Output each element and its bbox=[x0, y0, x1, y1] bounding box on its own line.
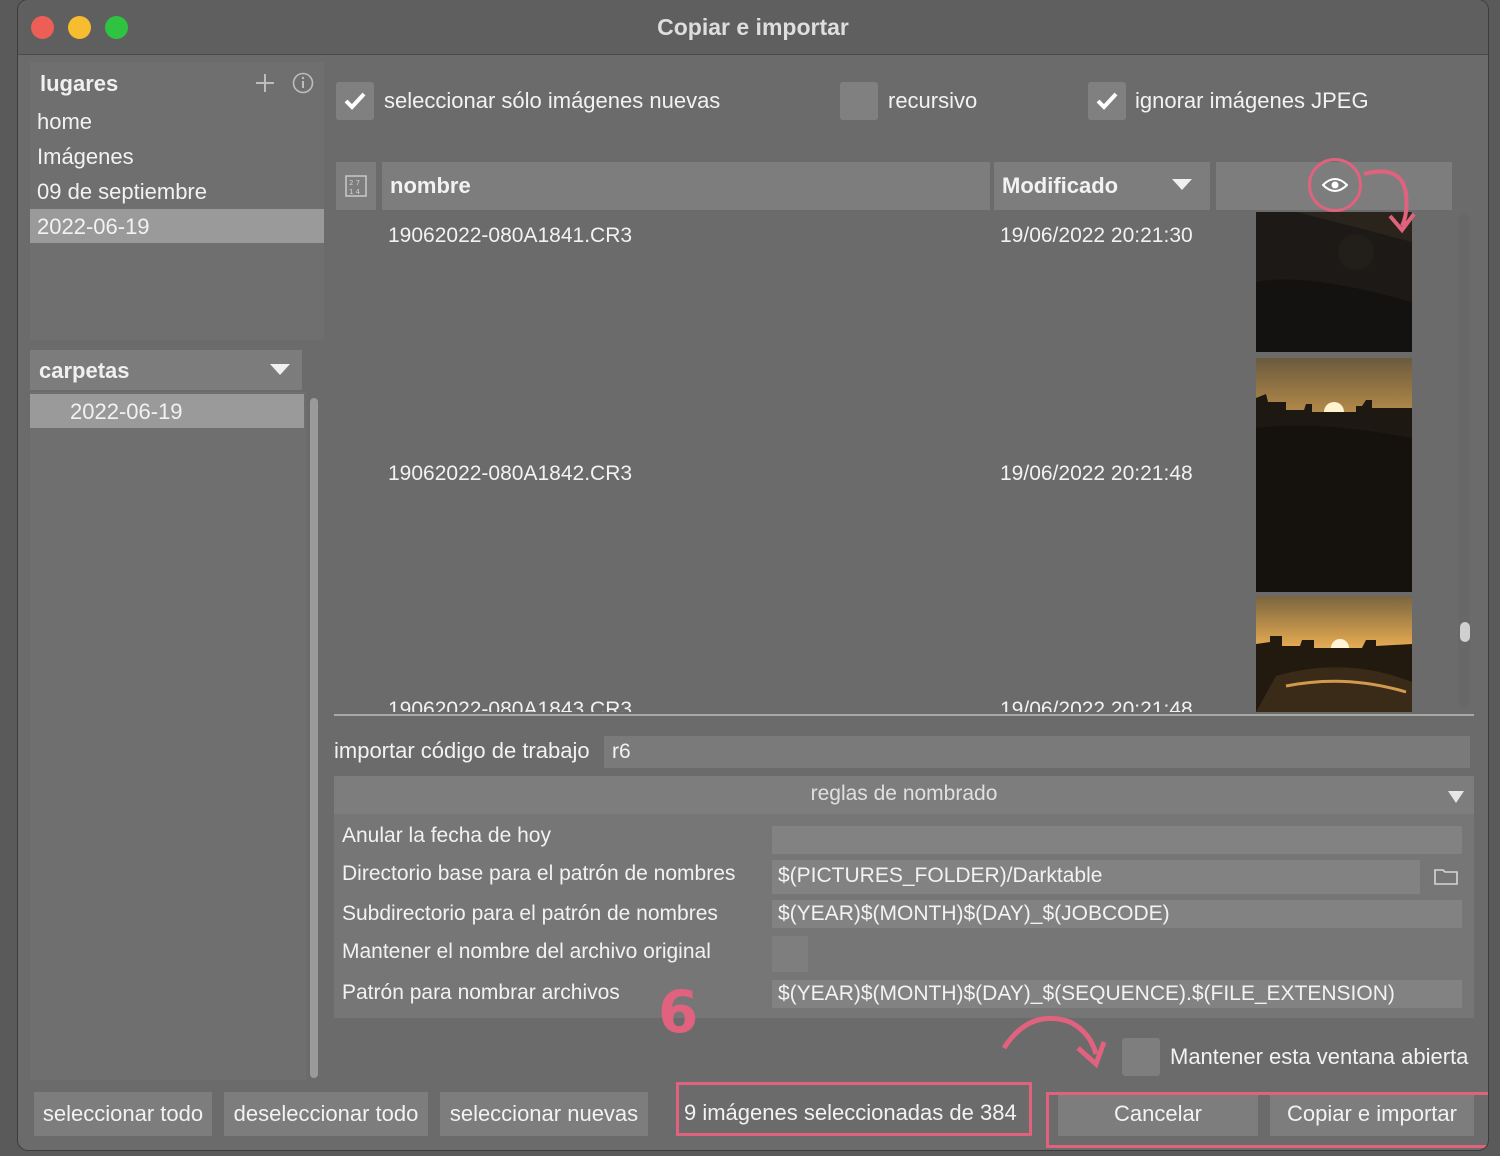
folder-icon[interactable] bbox=[1434, 866, 1458, 886]
base-dir-label: Directorio base para el patrón de nombre… bbox=[342, 862, 736, 885]
file-name[interactable]: 19062022-080A1842.CR3 bbox=[388, 462, 632, 486]
base-dir-input[interactable]: $(PICTURES_FOLDER)/Darktable bbox=[772, 860, 1420, 894]
number-sort-icon: 2 71 4 bbox=[345, 175, 367, 197]
info-icon[interactable] bbox=[292, 72, 314, 94]
file-name[interactable]: 19062022-080A1843.CR3 bbox=[388, 698, 632, 712]
thumbnail-image[interactable] bbox=[1256, 596, 1412, 712]
select-all-button[interactable]: seleccionar todo bbox=[34, 1092, 212, 1136]
annotation-highlight-status bbox=[676, 1082, 1032, 1136]
ignore-jpeg-checkbox[interactable] bbox=[1088, 82, 1126, 120]
select-new-button[interactable]: seleccionar nuevas bbox=[440, 1092, 648, 1136]
import-dialog: Copiar e importar lugares home Imágenes … bbox=[18, 0, 1488, 1150]
deselect-all-button[interactable]: deseleccionar todo bbox=[224, 1092, 428, 1136]
folders-panel: 2022-06-19 bbox=[30, 392, 306, 1080]
file-modified: 19/06/2022 20:21:30 bbox=[1000, 224, 1193, 247]
column-header-name[interactable]: nombre bbox=[382, 162, 990, 210]
folders-scrollbar[interactable] bbox=[310, 398, 318, 1078]
chevron-down-icon[interactable] bbox=[270, 364, 290, 375]
window-title: Copiar e importar bbox=[657, 14, 849, 40]
naming-rules-header[interactable]: reglas de nombrado bbox=[334, 776, 1474, 814]
file-list-scrollbar-thumb[interactable] bbox=[1460, 622, 1470, 642]
keep-open-label: Mantener esta ventana abierta bbox=[1170, 1044, 1469, 1069]
file-pattern-input[interactable]: $(YEAR)$(MONTH)$(DAY)_$(SEQUENCE).$(FILE… bbox=[772, 980, 1462, 1008]
arrow-icon bbox=[1363, 169, 1416, 234]
subdir-value: $(YEAR)$(MONTH)$(DAY)_$(JOBCODE) bbox=[778, 902, 1170, 925]
override-date-label: Anular la fecha de hoy bbox=[342, 824, 551, 847]
folders-header[interactable]: carpetas bbox=[30, 350, 302, 390]
annotation-number: 6 bbox=[658, 978, 698, 1046]
jobcode-label: importar código de trabajo bbox=[334, 738, 590, 763]
folders-title: carpetas bbox=[39, 358, 130, 383]
naming-rules-title: reglas de nombrado bbox=[810, 782, 998, 805]
place-item-imagenes[interactable]: Imágenes bbox=[30, 139, 324, 173]
file-list: 19062022-080A1841.CR3 19/06/2022 20:21:3… bbox=[336, 212, 1474, 712]
annotation-highlight-actions bbox=[1046, 1092, 1488, 1148]
folder-item-label: 2022-06-19 bbox=[70, 399, 183, 424]
recursive-checkbox[interactable] bbox=[840, 82, 878, 120]
place-item-label: home bbox=[37, 109, 93, 134]
place-item-label: 2022-06-19 bbox=[37, 214, 150, 239]
checkmark-icon bbox=[1096, 92, 1118, 110]
place-item-label: 09 de septiembre bbox=[37, 179, 207, 204]
jobcode-value: r6 bbox=[612, 740, 631, 763]
file-pattern-value: $(YEAR)$(MONTH)$(DAY)_$(SEQUENCE).$(FILE… bbox=[778, 982, 1395, 1005]
select-new-only-label: seleccionar sólo imágenes nuevas bbox=[384, 88, 721, 113]
annotation-highlight-eye bbox=[1308, 158, 1362, 212]
file-modified: 19/06/2022 20:21:48 bbox=[1000, 698, 1193, 712]
divider bbox=[334, 714, 1474, 716]
places-title: lugares bbox=[40, 71, 119, 96]
ignore-jpeg-label: ignorar imágenes JPEG bbox=[1135, 88, 1369, 113]
place-item-label: Imágenes bbox=[37, 144, 134, 169]
place-item-2022-06-19[interactable]: 2022-06-19 bbox=[30, 209, 324, 243]
subdir-input[interactable]: $(YEAR)$(MONTH)$(DAY)_$(JOBCODE) bbox=[772, 900, 1462, 928]
places-panel: lugares home Imágenes 09 de septiembre 2… bbox=[30, 62, 324, 340]
keep-original-checkbox[interactable] bbox=[772, 936, 808, 972]
override-date-input[interactable] bbox=[772, 826, 1462, 854]
checkmark-icon bbox=[344, 92, 366, 110]
place-item-home[interactable]: home bbox=[30, 104, 324, 138]
thumbnail-image[interactable] bbox=[1256, 358, 1412, 592]
file-name[interactable]: 19062022-080A1841.CR3 bbox=[388, 224, 632, 248]
keep-open-checkbox[interactable] bbox=[1122, 1038, 1160, 1076]
arrow-icon bbox=[1001, 1015, 1107, 1069]
sort-order-button[interactable]: 2 71 4 bbox=[336, 162, 376, 210]
file-modified: 19/06/2022 20:21:48 bbox=[1000, 462, 1193, 485]
chevron-down-icon bbox=[1172, 179, 1192, 190]
jobcode-input[interactable]: r6 bbox=[604, 736, 1470, 768]
places-header: lugares bbox=[30, 62, 324, 104]
keep-original-label: Mantener el nombre del archivo original bbox=[342, 940, 711, 963]
chevron-down-icon[interactable] bbox=[1448, 791, 1464, 803]
svg-text:1 4: 1 4 bbox=[349, 188, 361, 196]
naming-rules-panel: reglas de nombrado Anular la fecha de ho… bbox=[334, 776, 1474, 1018]
subdir-label: Subdirectorio para el patrón de nombres bbox=[342, 902, 718, 925]
column-header-name-label: nombre bbox=[390, 173, 471, 198]
plus-icon[interactable] bbox=[254, 72, 276, 94]
place-item-09-septiembre[interactable]: 09 de septiembre bbox=[30, 174, 324, 208]
select-new-only-checkbox[interactable] bbox=[336, 82, 374, 120]
folder-item-2022-06-19[interactable]: 2022-06-19 bbox=[30, 394, 304, 428]
file-pattern-label: Patrón para nombrar archivos bbox=[342, 981, 620, 1004]
recursive-label: recursivo bbox=[888, 88, 978, 113]
base-dir-value: $(PICTURES_FOLDER)/Darktable bbox=[778, 864, 1103, 887]
column-header-modified[interactable]: Modificado bbox=[994, 162, 1210, 210]
column-header-modified-label: Modificado bbox=[1002, 173, 1119, 198]
title-bar: Copiar e importar bbox=[18, 0, 1488, 55]
svg-text:2 7: 2 7 bbox=[349, 179, 360, 187]
